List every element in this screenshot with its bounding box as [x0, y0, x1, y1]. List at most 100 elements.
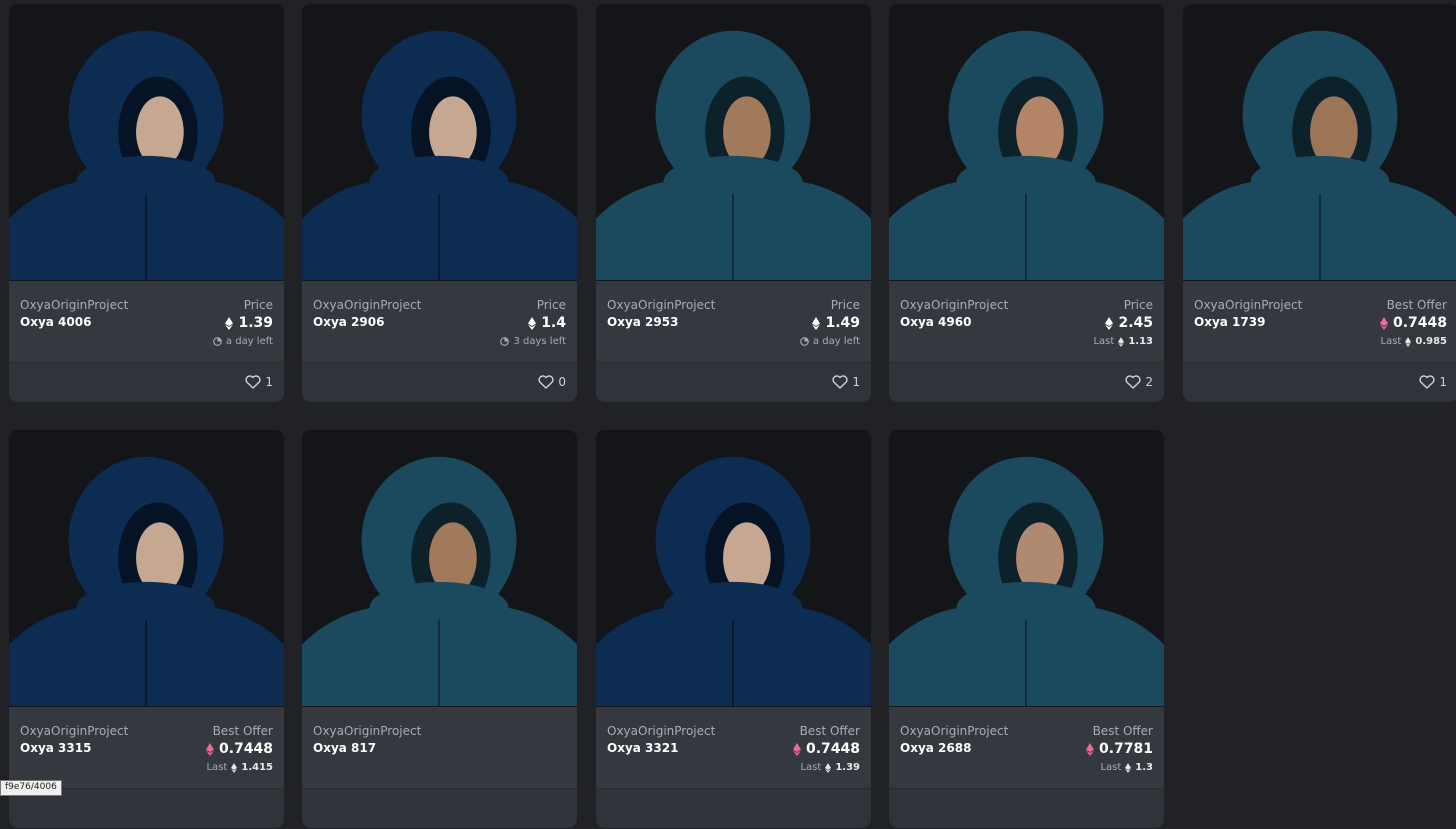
character-portrait	[302, 5, 577, 280]
card-info: OxyaOriginProject Oxya 4006 Price 1.39 a…	[9, 281, 284, 362]
nft-image[interactable]	[9, 4, 284, 281]
item-name[interactable]: Oxya 3321	[607, 741, 678, 755]
weth-icon	[1379, 316, 1388, 330]
item-name[interactable]: Oxya 4960	[900, 315, 971, 329]
card-footer: 1	[1183, 362, 1456, 402]
nft-card[interactable]: OxyaOriginProject Oxya 2953 Price 1.49 a…	[595, 3, 872, 403]
nft-image[interactable]	[302, 430, 577, 707]
collection-name[interactable]: OxyaOriginProject	[607, 298, 715, 312]
clock-icon	[500, 337, 510, 346]
heart-icon	[245, 375, 261, 389]
character-portrait	[9, 431, 284, 706]
card-sub-info: a day left	[800, 336, 860, 347]
eth-icon	[528, 316, 537, 330]
weth-icon	[1085, 742, 1094, 756]
price-label: Price	[536, 298, 566, 312]
price: 0.7781	[1085, 741, 1153, 757]
nft-image[interactable]	[1183, 4, 1456, 281]
nft-image[interactable]	[302, 4, 577, 281]
price-label: Price	[830, 298, 860, 312]
item-name[interactable]: Oxya 2688	[900, 741, 971, 755]
card-info: OxyaOriginProject Oxya 4960 Price 2.45 L…	[889, 281, 1164, 362]
like-button[interactable]: 2	[1125, 375, 1153, 389]
character-portrait	[889, 431, 1164, 706]
card-info: OxyaOriginProject Oxya 2906 Price 1.4 3 …	[302, 281, 577, 362]
heart-icon	[1125, 375, 1141, 389]
collection-name[interactable]: OxyaOriginProject	[313, 724, 421, 738]
card-info: OxyaOriginProject Oxya 1739 Best Offer 0…	[1183, 281, 1456, 362]
like-button[interactable]: 1	[832, 375, 860, 389]
item-name[interactable]: Oxya 1739	[1194, 315, 1265, 329]
card-sub-info: Last 1.13	[1093, 336, 1153, 347]
collection-name[interactable]: OxyaOriginProject	[900, 724, 1008, 738]
card-info: OxyaOriginProject Oxya 817	[302, 707, 577, 788]
last-label: Last	[206, 762, 228, 773]
item-name[interactable]: Oxya 3315	[20, 741, 91, 755]
collection-name[interactable]: OxyaOriginProject	[900, 298, 1008, 312]
last-price: 1.39	[835, 762, 860, 773]
character-portrait	[889, 5, 1164, 280]
price: 1.4	[528, 315, 566, 331]
price-label: Best Offer	[1092, 724, 1153, 738]
collection-name[interactable]: OxyaOriginProject	[313, 298, 421, 312]
card-info: OxyaOriginProject Oxya 3315 Best Offer 0…	[9, 707, 284, 788]
nft-card[interactable]: OxyaOriginProject Oxya 4960 Price 2.45 L…	[888, 3, 1165, 403]
item-name[interactable]: Oxya 817	[313, 741, 376, 755]
price: 0.7448	[1379, 315, 1447, 331]
card-sub-info: Last 1.39	[800, 762, 860, 773]
collection-name[interactable]: OxyaOriginProject	[20, 724, 128, 738]
last-label: Last	[1093, 336, 1115, 347]
clock-icon	[800, 337, 809, 346]
eth-icon	[1105, 316, 1114, 330]
last-label: Last	[1380, 336, 1402, 347]
price: 0.7448	[205, 741, 273, 757]
url-tooltip: f9e76/4006	[0, 780, 62, 796]
nft-image[interactable]	[596, 4, 871, 281]
item-name[interactable]: Oxya 2906	[313, 315, 384, 329]
like-button[interactable]: 1	[1419, 375, 1447, 389]
collection-name[interactable]: OxyaOriginProject	[20, 298, 128, 312]
nft-card[interactable]: OxyaOriginProject Oxya 817	[301, 429, 578, 829]
nft-card[interactable]: OxyaOriginProject Oxya 3315 Best Offer 0…	[8, 429, 285, 829]
character-portrait	[1183, 5, 1456, 280]
nft-card[interactable]: OxyaOriginProject Oxya 2906 Price 1.4 3 …	[301, 3, 578, 403]
eth-icon	[1405, 336, 1412, 347]
time-left: a day left	[812, 336, 860, 347]
eth-icon	[231, 762, 238, 773]
item-name[interactable]: Oxya 2953	[607, 315, 678, 329]
price-label: Best Offer	[799, 724, 860, 738]
price: 2.45	[1105, 315, 1153, 331]
price-label: Price	[1123, 298, 1153, 312]
like-count: 1	[1439, 375, 1447, 389]
price-value: 1.49	[825, 315, 860, 331]
heart-icon	[832, 375, 848, 389]
eth-icon	[225, 316, 234, 330]
nft-card[interactable]: OxyaOriginProject Oxya 3321 Best Offer 0…	[595, 429, 872, 829]
collection-name[interactable]: OxyaOriginProject	[607, 724, 715, 738]
nft-card[interactable]: OxyaOriginProject Oxya 1739 Best Offer 0…	[1182, 3, 1456, 403]
nft-image[interactable]	[889, 430, 1164, 707]
card-sub-info: Last 1.3	[1100, 762, 1153, 773]
collection-name[interactable]: OxyaOriginProject	[1194, 298, 1302, 312]
time-left: a day left	[225, 336, 273, 347]
item-name[interactable]: Oxya 4006	[20, 315, 91, 329]
nft-image[interactable]	[889, 4, 1164, 281]
card-sub-info: 3 days left	[500, 336, 566, 347]
nft-image[interactable]	[9, 430, 284, 707]
last-price: 0.985	[1415, 336, 1447, 347]
like-button[interactable]: 0	[538, 375, 566, 389]
like-count: 2	[1145, 375, 1153, 389]
last-price: 1.13	[1128, 336, 1153, 347]
weth-icon	[205, 742, 214, 756]
character-portrait	[596, 431, 871, 706]
time-left: 3 days left	[513, 336, 566, 347]
clock-icon	[213, 337, 222, 346]
card-footer	[596, 788, 871, 828]
price-value: 0.7448	[1392, 315, 1447, 331]
eth-icon	[825, 762, 832, 773]
like-button[interactable]: 1	[245, 375, 273, 389]
nft-card[interactable]: OxyaOriginProject Oxya 4006 Price 1.39 a…	[8, 3, 285, 403]
nft-card[interactable]: OxyaOriginProject Oxya 2688 Best Offer 0…	[888, 429, 1165, 829]
nft-image[interactable]	[596, 430, 871, 707]
price-value: 2.45	[1118, 315, 1153, 331]
